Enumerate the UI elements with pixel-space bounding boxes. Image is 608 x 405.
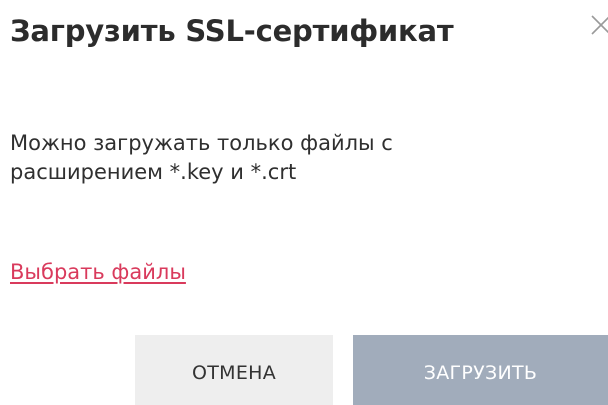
dialog-message: Можно загружать только файлы с расширени… xyxy=(10,131,393,184)
upload-button[interactable]: ЗАГРУЗИТЬ xyxy=(353,335,608,405)
select-files-link[interactable]: Выбрать файлы xyxy=(10,258,186,287)
upload-ssl-dialog: Загрузить SSL-сертификат Можно загружать… xyxy=(0,0,608,405)
close-icon xyxy=(591,15,608,35)
cancel-button[interactable]: ОТМЕНА xyxy=(135,335,333,405)
close-button[interactable] xyxy=(586,10,608,40)
dialog-title: Загрузить SSL-сертификат xyxy=(10,14,454,48)
